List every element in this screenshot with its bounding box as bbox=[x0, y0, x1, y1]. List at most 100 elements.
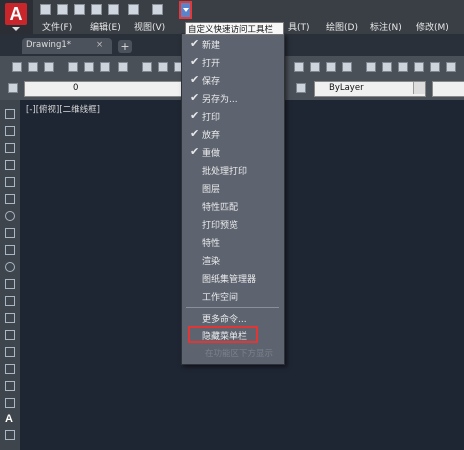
menu-item-render[interactable]: 渲染 bbox=[181, 252, 283, 268]
color-value: ByLayer bbox=[329, 83, 364, 93]
calculator-icon[interactable] bbox=[446, 62, 456, 72]
layer-manager-icon[interactable] bbox=[8, 83, 18, 93]
plot-icon[interactable] bbox=[68, 62, 78, 72]
redo-icon[interactable] bbox=[152, 4, 163, 15]
circle-icon[interactable] bbox=[5, 211, 15, 221]
menu-item-label: 打开 bbox=[202, 59, 221, 69]
table-icon[interactable] bbox=[5, 398, 15, 408]
menu-item-redo[interactable]: ✔ 重做 bbox=[181, 144, 283, 160]
qat-tooltip: 自定义快速访问工具栏 bbox=[185, 22, 284, 35]
qnew-icon[interactable] bbox=[12, 62, 22, 72]
new-icon[interactable] bbox=[40, 4, 51, 15]
linetype-dropdown[interactable] bbox=[432, 81, 464, 97]
menu-item-properties[interactable]: 特性 bbox=[181, 234, 283, 250]
menu-separator bbox=[186, 307, 279, 308]
print-icon[interactable] bbox=[108, 4, 119, 15]
checkmark-icon: ✔ bbox=[190, 91, 200, 104]
menu-item-workspace[interactable]: 工作空间 bbox=[181, 288, 283, 304]
tab-drawing1[interactable]: Drawing1* × bbox=[22, 38, 112, 54]
menu-item-more-commands[interactable]: 更多命令... bbox=[181, 310, 283, 326]
multiline-text-icon[interactable]: A bbox=[5, 413, 15, 425]
menu-modify[interactable]: 修改(M) bbox=[416, 20, 449, 33]
menu-item-label: 重做 bbox=[202, 149, 221, 159]
checkmark-icon: ✔ bbox=[190, 145, 200, 158]
rectangle-icon[interactable] bbox=[5, 177, 15, 187]
menu-item-plot-preview[interactable]: 打印预览 bbox=[181, 216, 283, 232]
menu-item-print[interactable]: ✔ 打印 bbox=[181, 108, 283, 124]
menu-item-label: 新建 bbox=[202, 41, 221, 51]
menu-item-label: 渲染 bbox=[202, 257, 221, 267]
menu-draw[interactable]: 绘图(D) bbox=[326, 20, 358, 33]
checkmark-icon: ✔ bbox=[190, 109, 200, 122]
ellipse-arc-icon[interactable] bbox=[5, 279, 15, 289]
arc-icon[interactable] bbox=[5, 194, 15, 204]
layer-dropdown[interactable]: 0 bbox=[24, 81, 186, 97]
menu-item-label: 图纸集管理器 bbox=[202, 275, 257, 285]
insert-block-icon[interactable] bbox=[5, 296, 15, 306]
menu-item-batch-plot[interactable]: 批处理打印 bbox=[181, 162, 283, 178]
menu-view[interactable]: 视图(V) bbox=[134, 20, 165, 33]
make-current-icon[interactable] bbox=[296, 83, 306, 93]
region-icon[interactable] bbox=[5, 381, 15, 391]
open-icon[interactable] bbox=[28, 62, 38, 72]
menu-item-show-below-ribbon: 在功能区下方显示 bbox=[205, 349, 274, 359]
menu-item-save-as[interactable]: ✔ 另存为... bbox=[181, 90, 283, 106]
close-icon[interactable]: × bbox=[96, 40, 103, 50]
checkmark-icon: ✔ bbox=[190, 127, 200, 140]
save-as-icon[interactable] bbox=[91, 4, 102, 15]
tab-label: Drawing1* bbox=[26, 40, 72, 50]
polyline-icon[interactable] bbox=[5, 143, 15, 153]
tool-palettes-icon[interactable] bbox=[398, 62, 408, 72]
3d-print-icon[interactable] bbox=[118, 62, 128, 72]
gradient-icon[interactable] bbox=[5, 364, 15, 374]
menu-file[interactable]: 文件(F) bbox=[42, 20, 72, 33]
application-menu-button[interactable]: A bbox=[0, 0, 33, 34]
menu-item-match-properties[interactable]: 特性匹配 bbox=[181, 198, 283, 214]
publish-icon[interactable] bbox=[100, 62, 110, 72]
spline-icon[interactable] bbox=[5, 245, 15, 255]
menu-dimension[interactable]: 标注(N) bbox=[370, 20, 402, 33]
make-block-icon[interactable] bbox=[5, 313, 15, 323]
ellipse-icon[interactable] bbox=[5, 262, 15, 272]
markup-icon[interactable] bbox=[430, 62, 440, 72]
add-selected-icon[interactable] bbox=[5, 430, 15, 440]
menu-tools[interactable]: 具(T) bbox=[288, 20, 310, 33]
new-tab-button[interactable]: + bbox=[118, 40, 132, 53]
zoom-realtime-icon[interactable] bbox=[310, 62, 320, 72]
save-icon[interactable] bbox=[74, 4, 85, 15]
revision-cloud-icon[interactable] bbox=[5, 228, 15, 238]
menu-item-save[interactable]: ✔ 保存 bbox=[181, 72, 283, 88]
menu-item-new[interactable]: ✔ 新建 bbox=[181, 36, 283, 52]
menu-item-label: 更多命令... bbox=[202, 315, 247, 325]
copy-icon[interactable] bbox=[158, 62, 168, 72]
save-icon[interactable] bbox=[44, 62, 54, 72]
caret-down-icon bbox=[12, 27, 20, 31]
undo-icon[interactable] bbox=[128, 4, 139, 15]
construction-line-icon[interactable] bbox=[5, 126, 15, 136]
checkmark-icon: ✔ bbox=[190, 73, 200, 86]
highlight-box bbox=[188, 326, 258, 343]
menu-item-layer[interactable]: 图层 bbox=[181, 180, 283, 196]
pan-icon[interactable] bbox=[294, 62, 304, 72]
sheet-set-icon[interactable] bbox=[414, 62, 424, 72]
cut-icon[interactable] bbox=[142, 62, 152, 72]
hatch-icon[interactable] bbox=[5, 347, 15, 357]
preview-icon[interactable] bbox=[84, 62, 94, 72]
menu-item-label: 另存为... bbox=[202, 95, 238, 105]
zoom-previous-icon[interactable] bbox=[342, 62, 352, 72]
menu-edit[interactable]: 编辑(E) bbox=[90, 20, 121, 33]
design-center-icon[interactable] bbox=[382, 62, 392, 72]
point-icon[interactable] bbox=[5, 330, 15, 340]
color-dropdown[interactable]: ByLayer bbox=[314, 81, 426, 97]
customize-qat-dropdown-button[interactable] bbox=[179, 1, 192, 19]
menu-item-sheet-set-manager[interactable]: 图纸集管理器 bbox=[181, 270, 283, 286]
properties-icon[interactable] bbox=[366, 62, 376, 72]
zoom-window-icon[interactable] bbox=[326, 62, 336, 72]
viewport-controls-label[interactable]: [-][俯视][二维线框] bbox=[26, 103, 100, 115]
open-icon[interactable] bbox=[57, 4, 68, 15]
line-icon[interactable] bbox=[5, 109, 15, 119]
menu-item-open[interactable]: ✔ 打开 bbox=[181, 54, 283, 70]
chevron-down-icon[interactable] bbox=[413, 82, 425, 94]
menu-item-undo[interactable]: ✔ 放弃 bbox=[181, 126, 283, 142]
polygon-icon[interactable] bbox=[5, 160, 15, 170]
